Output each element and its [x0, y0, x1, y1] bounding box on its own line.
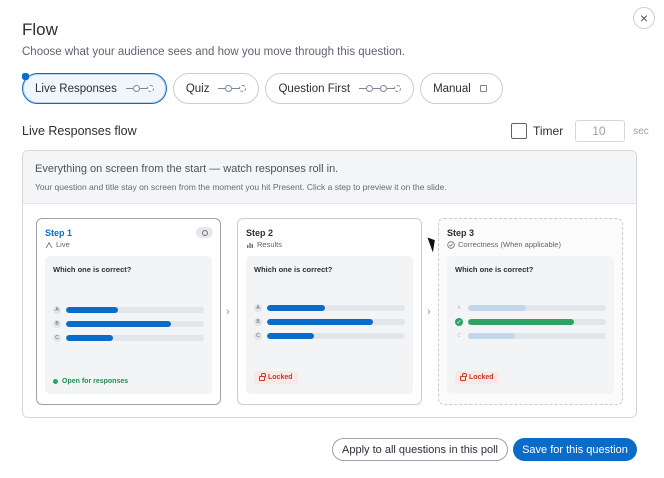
flow-panel: Everything on screen from the start — wa… [22, 150, 637, 418]
step-title: Step 3 [447, 228, 475, 238]
close-icon: × [639, 10, 649, 26]
timer-checkbox[interactable] [511, 123, 527, 139]
option-row: B [53, 320, 204, 328]
timer-control: Timer 10 sec [511, 120, 649, 142]
flow-mode-selector: Live Responses Quiz Question First Manua… [22, 73, 503, 104]
status-text: Locked [469, 374, 494, 381]
option-letter: A [53, 306, 61, 314]
step-card-1[interactable]: Step 1 Live Which one is correct? A B C [36, 218, 221, 405]
chevron-right-icon: › [427, 306, 431, 318]
option-bar [66, 335, 204, 341]
step-subtitle: Results [246, 240, 282, 249]
option-bar [468, 333, 606, 339]
option-bar-fill [468, 333, 515, 339]
flow-description-header: Everything on screen from the start — wa… [23, 151, 636, 204]
flow-description: Everything on screen from the start — wa… [35, 163, 339, 175]
option-row: C [254, 332, 405, 340]
locked-badge: Locked [455, 371, 499, 384]
option-bar [267, 305, 405, 311]
option-bar [66, 321, 204, 327]
dialog-subtitle: Choose what your audience sees and how y… [22, 46, 405, 58]
dialog-title: Flow [22, 20, 58, 39]
close-button[interactable]: × [633, 7, 655, 29]
option-letter: C [254, 332, 262, 340]
save-button[interactable]: Save for this question [513, 438, 637, 461]
mode-label: Live Responses [35, 82, 117, 95]
check-circle-icon [447, 240, 455, 249]
option-bar-fill [468, 319, 575, 325]
option-bar [66, 307, 204, 313]
green-dot-icon [53, 379, 58, 384]
option-row: A [455, 304, 606, 312]
preview-question: Which one is correct? [254, 265, 333, 274]
timer-unit: sec [633, 125, 649, 137]
option-row: A [53, 306, 204, 314]
quiz-flow-icon [22, 73, 247, 92]
step-subtitle-text: Live [56, 240, 70, 249]
status-text: Open for responses [62, 378, 129, 385]
step-subtitle-text: Results [257, 240, 283, 249]
step-card-3[interactable]: Step 3 Correctness (When applicable) Whi… [438, 218, 623, 405]
option-row: C [455, 332, 606, 340]
stopwatch-icon [196, 227, 213, 238]
lock-icon [460, 373, 467, 381]
option-bar-fill [66, 335, 113, 341]
step-title: Step 2 [246, 228, 274, 238]
live-flow-icon [22, 73, 154, 92]
chevron-right-icon: › [226, 306, 230, 318]
option-row: A [254, 304, 405, 312]
step-card-2[interactable]: Step 2 Results Which one is correct? A B… [237, 218, 422, 405]
mode-label: Quiz [185, 82, 210, 95]
step-subtitle: Correctness (When applicable) [447, 240, 561, 249]
flow-dialog: Flow Choose what your audience sees and … [0, 0, 664, 478]
flow-section-title: Live Responses flow [22, 124, 137, 138]
bar-chart-icon [247, 242, 253, 248]
mode-question-first[interactable]: Question First [22, 73, 415, 104]
mode-label: Question First [278, 82, 351, 95]
option-letter: A [457, 305, 461, 311]
preview-question: Which one is correct? [53, 265, 132, 274]
option-letter: C [53, 334, 61, 342]
question-first-flow-icon [22, 73, 402, 92]
mode-label: Manual [433, 82, 471, 95]
option-bar [468, 305, 606, 311]
option-letter: A [254, 304, 262, 312]
mode-manual[interactable]: Manual [22, 73, 503, 104]
step-title: Step 1 [45, 228, 73, 238]
option-bar-fill [66, 307, 119, 313]
option-letter: C [457, 333, 461, 339]
option-bar [267, 319, 405, 325]
mode-quiz[interactable]: Quiz [22, 73, 260, 104]
timer-seconds-input[interactable]: 10 [575, 120, 626, 142]
option-letter: B [53, 320, 61, 328]
option-bar-fill [468, 305, 526, 311]
status-text: Locked [268, 374, 293, 381]
status-open-badge: Open for responses [53, 378, 128, 385]
step-subtitle: Live [45, 240, 70, 249]
mode-live-responses[interactable]: Live Responses [22, 73, 167, 104]
locked-badge: Locked [254, 371, 298, 384]
step-subtitle-text: Correctness (When applicable) [458, 240, 561, 249]
manual-flow-icon [22, 73, 490, 92]
slide-preview: Which one is correct? A B C Open for res… [45, 256, 212, 394]
flow-hint: Your question and title stay on screen f… [35, 182, 447, 192]
apply-to-all-button[interactable]: Apply to all questions in this poll [332, 438, 508, 461]
option-row-correct: ✓ [455, 318, 606, 326]
slide-preview: Which one is correct? A ✓ C Locked [447, 256, 614, 394]
option-bar-fill [267, 305, 325, 311]
option-bar-fill [66, 321, 171, 327]
option-bar [267, 333, 405, 339]
option-row: C [53, 334, 204, 342]
timer-label: Timer [533, 124, 564, 138]
slide-preview: Which one is correct? A B C Locked [246, 256, 413, 394]
lock-icon [259, 373, 266, 381]
option-bar-fill [267, 333, 314, 339]
option-row: B [254, 318, 405, 326]
preview-question: Which one is correct? [455, 265, 534, 274]
option-bar-fill [267, 319, 374, 325]
option-bar [468, 319, 606, 325]
broadcast-icon [45, 241, 53, 248]
option-letter: B [254, 318, 262, 326]
correct-check-icon: ✓ [455, 318, 463, 326]
